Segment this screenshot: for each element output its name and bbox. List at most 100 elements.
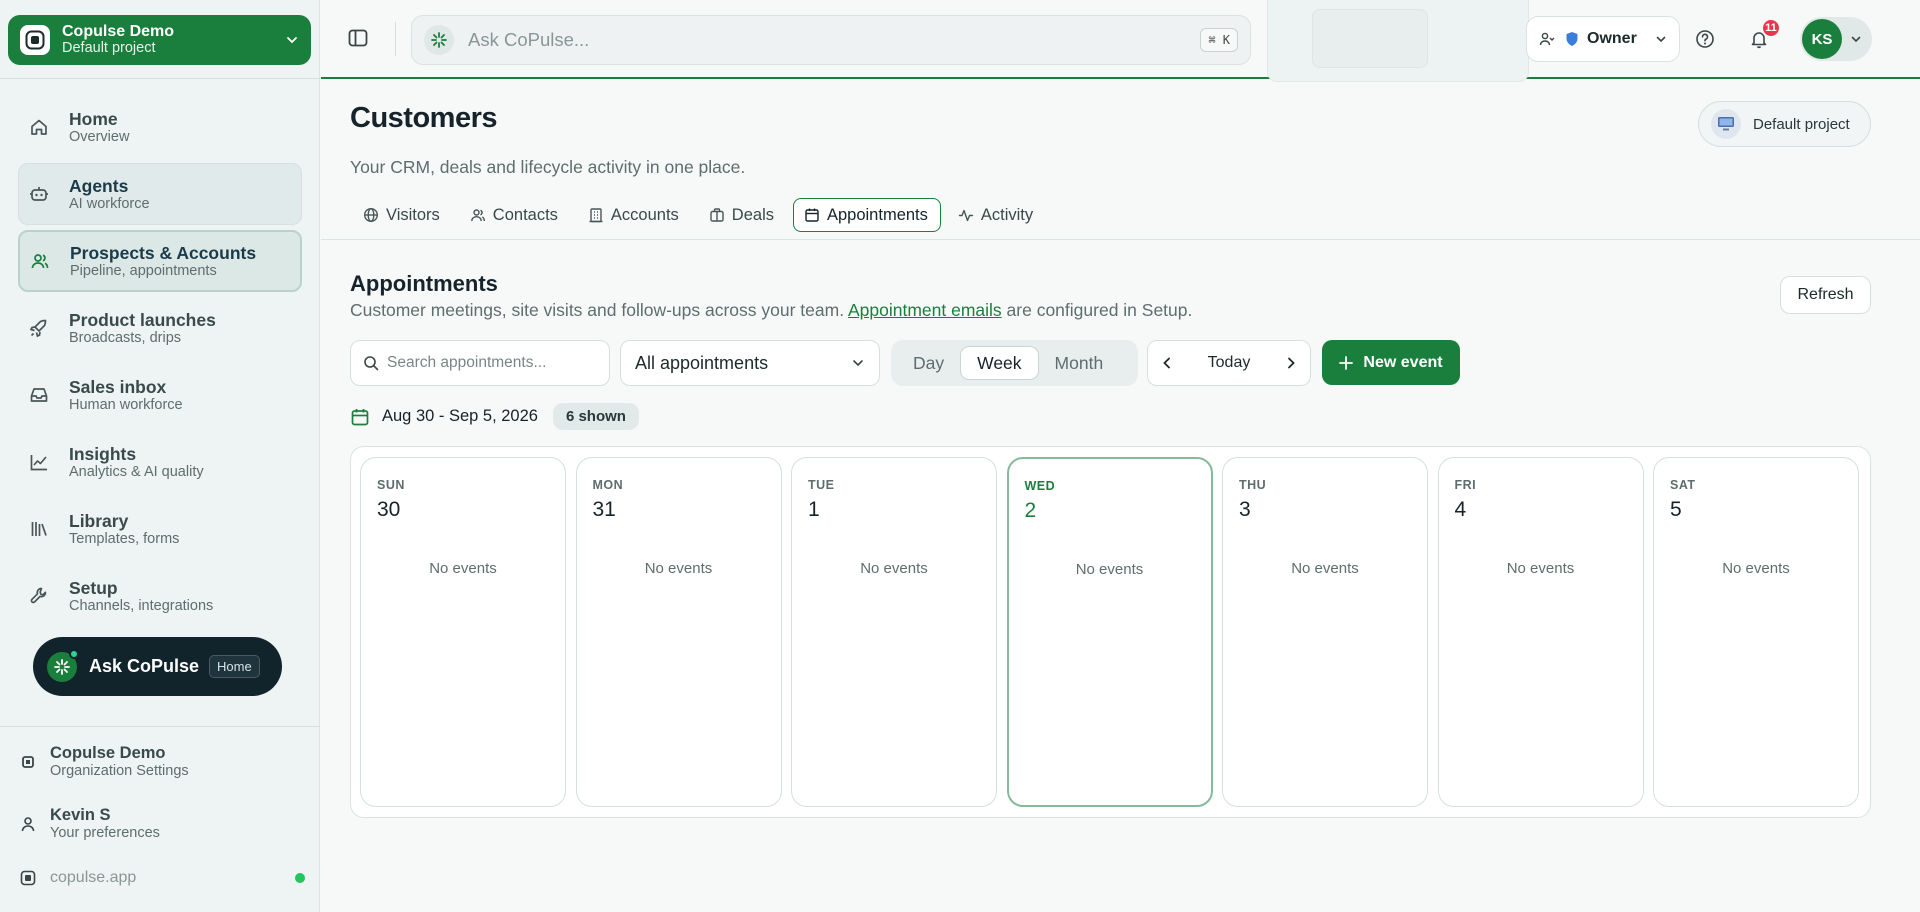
sidebar-item-title: Product launches xyxy=(69,309,216,330)
appointment-filter-select[interactable]: All appointments xyxy=(620,340,880,386)
sidebar-item-setup[interactable]: Setup Channels, integrations xyxy=(18,565,302,627)
status-online-dot xyxy=(295,873,305,883)
sidebar-item-home[interactable]: Home Overview xyxy=(18,96,302,158)
refresh-button[interactable]: Refresh xyxy=(1780,276,1871,314)
avatar: KS xyxy=(1802,19,1842,59)
tab-label: Activity xyxy=(980,205,1034,224)
sidebar-item-insights[interactable]: Insights Analytics & AI quality xyxy=(18,431,302,493)
rocket-icon xyxy=(29,319,47,338)
new-event-label: New event xyxy=(1363,353,1443,371)
help-icon xyxy=(1696,30,1714,48)
chevron-left-icon[interactable] xyxy=(1160,356,1174,370)
sidebar-item-subtitle: Human workforce xyxy=(69,396,183,413)
briefcase-icon xyxy=(710,208,724,222)
dropdown-placeholder xyxy=(1267,0,1529,82)
shield-icon xyxy=(1566,32,1578,46)
user-preferences-label: Your preferences xyxy=(50,825,160,841)
app-domain: copulse.app xyxy=(50,869,137,886)
user-switch-icon xyxy=(1539,32,1555,46)
tab-label: Visitors xyxy=(386,205,440,224)
tab-appointments[interactable]: Appointments xyxy=(792,198,941,232)
sidebar-item-subtitle: AI workforce xyxy=(69,195,150,212)
tab-deals[interactable]: Deals xyxy=(698,198,787,232)
monitor-icon xyxy=(1711,109,1741,139)
view-month-button[interactable]: Month xyxy=(1039,346,1120,380)
notification-count-badge: 11 xyxy=(1761,18,1781,38)
sidebar-item-prospects[interactable]: Prospects & Accounts Pipeline, appointmen… xyxy=(18,230,302,292)
day-column-mon[interactable]: MON 31 No events xyxy=(575,457,782,807)
view-week-button[interactable]: Week xyxy=(960,346,1039,380)
tab-activity[interactable]: Activity xyxy=(947,198,1046,232)
tab-accounts[interactable]: Accounts xyxy=(577,198,692,232)
today-button[interactable]: Today xyxy=(1208,354,1251,372)
user-menu-button[interactable]: KS xyxy=(1800,17,1872,61)
chevron-down-icon xyxy=(1656,36,1666,43)
calendar-icon xyxy=(805,208,819,222)
day-number: 5 xyxy=(1670,498,1682,521)
home-icon xyxy=(31,119,47,135)
sidebar-divider xyxy=(0,726,320,727)
workspace-logo-icon xyxy=(20,25,50,55)
sparkle-icon xyxy=(47,648,79,682)
day-number: 31 xyxy=(592,498,616,521)
chevron-right-icon[interactable] xyxy=(1284,356,1298,370)
org-settings-label: Organization Settings xyxy=(50,763,189,779)
tab-label: Accounts xyxy=(610,205,679,224)
sidebar-item-agents[interactable]: Agents AI workforce xyxy=(18,163,302,225)
project-selector-button[interactable]: Default project xyxy=(1698,101,1871,147)
tab-contacts[interactable]: Contacts xyxy=(459,198,571,232)
activity-icon xyxy=(958,209,974,222)
day-number: 2 xyxy=(1024,499,1037,522)
ask-search-input[interactable] xyxy=(468,29,1201,51)
dropdown-placeholder-item xyxy=(1312,9,1428,68)
day-column-sat[interactable]: SAT 5 No events xyxy=(1653,457,1859,807)
org-settings-link[interactable]: Copulse Demo Organization Settings xyxy=(20,744,189,780)
sidebar-item-inbox[interactable]: Sales inbox Human workforce xyxy=(18,364,302,426)
day-column-wed[interactable]: WED 2 No events xyxy=(1006,457,1213,807)
tab-label: Appointments xyxy=(826,205,928,224)
tab-label: Deals xyxy=(731,205,774,224)
help-button[interactable] xyxy=(1687,21,1723,57)
section-subtitle: Customer meetings, site visits and follo… xyxy=(350,300,1192,321)
day-column-thu[interactable]: THU 3 No events xyxy=(1222,457,1428,807)
role-switcher-button[interactable]: Owner xyxy=(1526,16,1680,62)
no-events-label: No events xyxy=(1506,560,1575,577)
workspace-switcher[interactable]: Copulse Demo Default project xyxy=(8,15,311,65)
sidebar-item-launches[interactable]: Product launches Broadcasts, drips xyxy=(18,297,302,359)
sidebar-item-library[interactable]: Library Templates, forms xyxy=(18,498,302,560)
topbar: ⌘ K Owner 11 KS xyxy=(321,0,1920,82)
topbar-separator xyxy=(395,22,396,56)
day-column-sun[interactable]: SUN 30 No events xyxy=(360,457,566,807)
section-title: Appointments xyxy=(350,271,498,296)
view-switcher: Day Week Month xyxy=(891,340,1138,386)
ask-copulse-button[interactable]: Ask CoPulse Home xyxy=(33,637,282,696)
sidebar-item-title: Sales inbox xyxy=(69,376,167,397)
notifications-button[interactable]: 11 xyxy=(1741,18,1781,57)
sidebar-item-subtitle: Overview xyxy=(69,128,130,145)
sidebar-toggle-icon[interactable] xyxy=(347,27,369,49)
sidebar-item-title: Insights xyxy=(69,443,137,464)
day-column-tue[interactable]: TUE 1 No events xyxy=(791,457,997,807)
chevron-down-icon xyxy=(853,360,863,367)
project-label: Default project xyxy=(1753,115,1850,133)
sidebar-item-subtitle: Templates, forms xyxy=(69,530,180,547)
appointment-emails-link[interactable]: Appointment emails xyxy=(848,300,1002,320)
wrench-icon xyxy=(30,587,47,604)
tab-visitors[interactable]: Visitors xyxy=(352,198,453,232)
chevron-down-icon xyxy=(1851,36,1861,43)
date-range-row: Aug 30 - Sep 5, 2026 6 shown xyxy=(350,403,639,430)
user-preferences-link[interactable]: Kevin S Your preferences xyxy=(20,806,160,842)
day-name: FRI xyxy=(1454,478,1477,492)
inbox-icon xyxy=(30,388,48,402)
day-column-fri[interactable]: FRI 4 No events xyxy=(1437,457,1644,807)
new-event-button[interactable]: New event xyxy=(1322,340,1460,385)
appointment-search-input[interactable] xyxy=(387,354,609,372)
day-number: 30 xyxy=(377,498,401,521)
org-name: Copulse Demo xyxy=(50,744,166,762)
no-events-label: No events xyxy=(429,560,497,577)
view-day-button[interactable]: Day xyxy=(897,346,960,380)
building-icon xyxy=(589,208,603,223)
library-icon xyxy=(31,522,47,536)
org-icon xyxy=(22,756,34,768)
page-title: Customers xyxy=(350,102,498,134)
